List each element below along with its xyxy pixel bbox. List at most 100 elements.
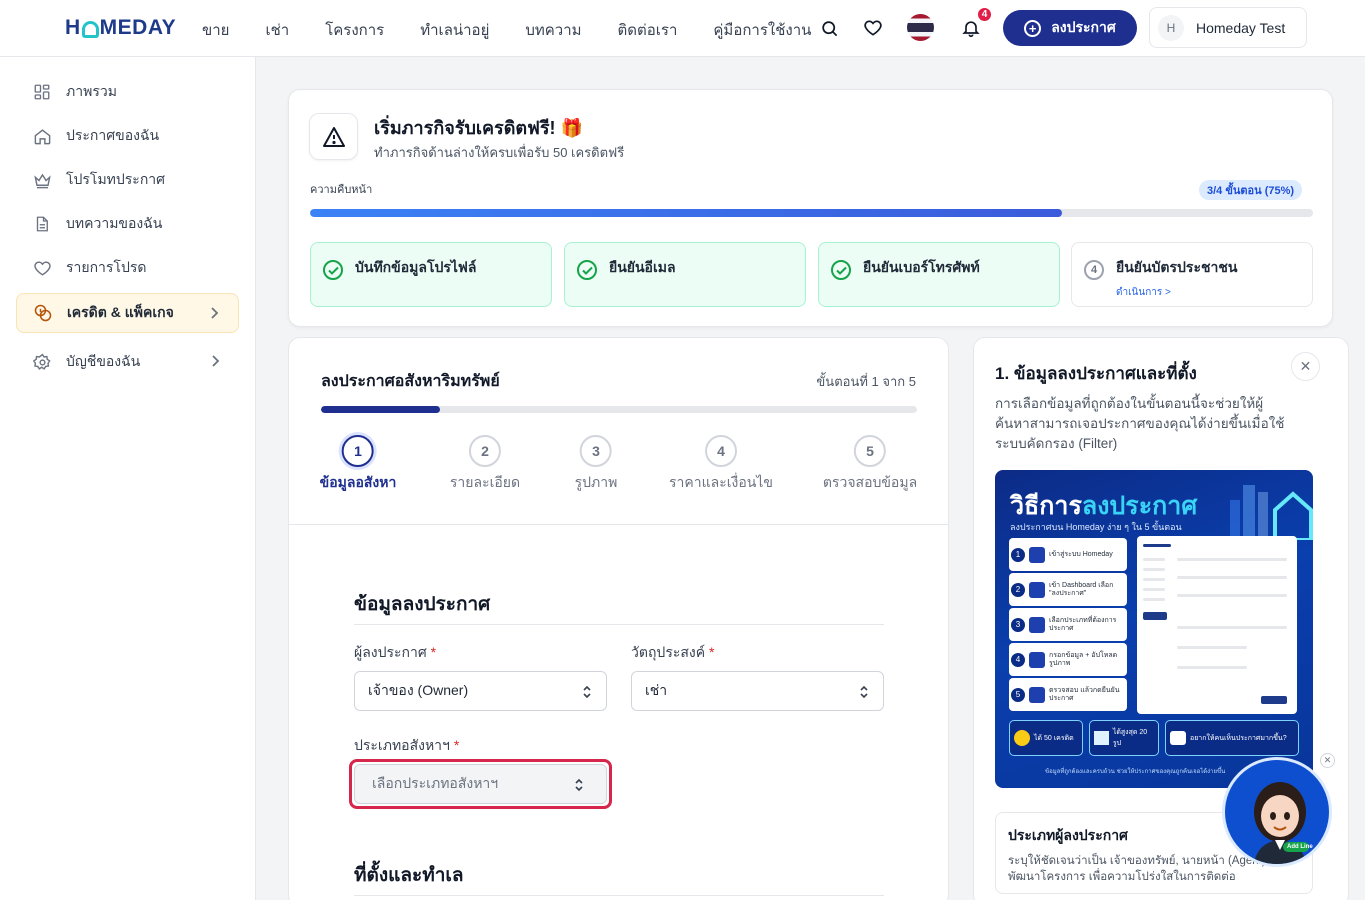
poster-type-select[interactable]: เจ้าของ (Owner) — [354, 671, 607, 711]
task-label: ยืนยันบัตรประชาชน — [1116, 259, 1238, 275]
sidebar-item-overview[interactable]: ภาพรวม — [16, 72, 239, 112]
poster-step: 3 เลือกประเภทที่ต้องการประกาศ — [1009, 608, 1127, 641]
poster-subtitle: ลงประกาศบน Homeday ง่าย ๆ ใน 5 ขั้นตอน — [1010, 522, 1182, 532]
purpose-select[interactable]: เช่า — [631, 671, 884, 711]
check-circle-icon — [577, 260, 597, 280]
logo-text-start: H — [65, 16, 81, 39]
step-5[interactable]: 5 ตรวจสอบข้อมูล — [823, 435, 917, 494]
coins-icon — [33, 303, 53, 323]
plus-circle-icon: + — [1024, 19, 1042, 37]
logo-text-end: MEDAY — [99, 16, 177, 39]
progress-badge: 3/4 ขั้นตอน (75%) — [1199, 180, 1303, 200]
task-label: ยืนยันอีเมล — [609, 259, 676, 275]
step-1[interactable]: 1 ข้อมูลอสังหา — [320, 435, 396, 494]
poster-step: 1 เข้าสู่ระบบ Homeday — [1009, 538, 1127, 571]
sidebar-item-favorites[interactable]: รายการโปรด — [16, 248, 239, 288]
nav-link-articles[interactable]: บทความ — [525, 18, 581, 42]
task-id-card: 4 ยืนยันบัตรประชาชน ดำเนินการ > — [1071, 242, 1313, 307]
step-circle: 3 — [579, 435, 612, 467]
sidebar-item-credits[interactable]: เครดิต & แพ็คเกจ — [16, 293, 239, 333]
crown-icon — [32, 170, 52, 190]
step-2[interactable]: 2 รายละเอียด — [450, 435, 520, 494]
help-card-text: พัฒนาโครงการ เพื่อความโปร่งใสในการติดต่อ — [1008, 871, 1236, 883]
purpose-value: เช่า — [645, 682, 668, 698]
sidebar-item-my-listings[interactable]: ประกาศของฉัน — [16, 116, 239, 156]
sidebar-item-label: รายการโปรด — [66, 259, 147, 275]
step-3[interactable]: 3 รูปภาพ — [574, 435, 618, 494]
step-label: ตรวจสอบข้อมูล — [822, 474, 918, 490]
poster-perk: อยากให้คนเห็นประกาศมากขึ้น? — [1165, 720, 1299, 756]
nav-link-contact[interactable]: ติดต่อเรา — [618, 18, 678, 42]
poster-step: 2 เข้า Dashboard เลือก "ลงประกาศ" — [1009, 573, 1127, 606]
heart-icon[interactable] — [862, 17, 884, 39]
user-menu-button[interactable]: H Homeday Test — [1149, 7, 1307, 48]
task-action-link[interactable]: ดำเนินการ > — [1116, 285, 1237, 300]
form-step-indicator: ขั้นตอนที่ 1 จาก 5 — [816, 374, 916, 389]
how-to-post-infographic: วิธีการลงประกาศ ลงประกาศบน Homeday ง่าย … — [995, 470, 1313, 788]
avatar: H — [1158, 14, 1184, 41]
close-icon[interactable]: ✕ — [1320, 753, 1335, 768]
thai-flag-icon[interactable] — [907, 14, 934, 41]
poster-step: 5 ตรวจสอบ แล้วกดยืนยันประกาศ — [1009, 678, 1127, 711]
step-4[interactable]: 4 ราคาและเงื่อนไข — [669, 435, 773, 494]
main-nav: ขาย เช่า โครงการ ทำเลน่าอยู่ บทความ ติดต… — [202, 18, 811, 42]
task-phone: ยืนยันเบอร์โทรศัพท์ — [818, 242, 1060, 307]
step-label: ราคาและเงื่อนไข — [669, 474, 773, 490]
sidebar-item-label: โปรโมทประกาศ — [66, 171, 166, 187]
mission-title: เริ่มภารกิจรับเครดิตฟรี! 🎁 — [374, 118, 583, 138]
poster-step: 4 กรอกข้อมูล + อัปโหลดรูปภาพ — [1009, 643, 1127, 676]
sidebar-item-promote[interactable]: โปรโมทประกาศ — [16, 160, 239, 200]
chevron-right-icon — [209, 354, 221, 371]
homeday-logo[interactable]: H MEDAY — [65, 16, 176, 40]
poster-footer: ข้อมูลที่ถูกต้องและครบถ้วน ช่วยให้ประกาศ… — [1045, 769, 1226, 775]
progress-label: ความคืบหน้า — [310, 184, 373, 196]
poster-perk: ได้ 50 เครดิต — [1009, 720, 1083, 756]
nav-link-locations[interactable]: ทำเลน่าอยู่ — [420, 18, 489, 42]
divider — [354, 895, 884, 896]
heart-icon — [32, 258, 52, 278]
form-progress-bar — [321, 406, 917, 413]
sidebar-item-label: บทความของฉัน — [66, 215, 163, 231]
step-label: รูปภาพ — [574, 474, 618, 490]
user-name: Homeday Test — [1196, 19, 1286, 36]
step-circle: 5 — [854, 435, 886, 467]
sidebar-item-account[interactable]: บัญชีของฉัน — [16, 342, 239, 382]
close-icon[interactable]: ✕ — [1291, 352, 1320, 381]
search-icon[interactable] — [818, 17, 840, 39]
gear-icon — [32, 352, 52, 372]
step-number: 4 — [1084, 260, 1104, 280]
nav-link-projects[interactable]: โครงการ — [325, 18, 384, 42]
home-icon — [32, 126, 52, 146]
sidebar-item-my-articles[interactable]: บทความของฉัน — [16, 204, 239, 244]
sidebar-item-label: ประกาศของฉัน — [66, 127, 160, 143]
updown-chevron-icon — [859, 685, 869, 702]
divider — [354, 624, 884, 625]
form-progress-fill — [321, 406, 441, 413]
post-listing-button[interactable]: + ลงประกาศ — [1003, 10, 1137, 46]
property-type-label: ประเภทอสังหาฯ * — [354, 737, 460, 753]
post-listing-label: ลงประกาศ — [1051, 19, 1116, 35]
mission-card: เริ่มภารกิจรับเครดิตฟรี! 🎁 ทำภารกิจด้านล… — [288, 89, 1333, 327]
nav-link-rent[interactable]: เช่า — [265, 18, 289, 42]
chevron-right-icon — [208, 306, 220, 323]
task-label: ยืนยันเบอร์โทรศัพท์ — [863, 259, 980, 275]
logo-house-mark — [81, 20, 99, 38]
property-type-select[interactable]: เลือกประเภทอสังหาฯ — [354, 764, 607, 804]
step-circle: 4 — [704, 435, 737, 467]
sidebar-item-label: เครดิต & แพ็คเกจ — [67, 304, 174, 320]
poster-perks: ได้ 50 เครดิต ได้สูงสุด 20 รูป อยากให้คน… — [1009, 720, 1299, 760]
task-label: บันทึกข้อมูลโปรไฟล์ — [355, 259, 477, 275]
notification-badge: 4 — [976, 6, 993, 23]
poster-type-value: เจ้าของ (Owner) — [368, 682, 469, 698]
form-stepper: 1 ข้อมูลอสังหา 2 รายละเอียด 3 รูปภาพ 4 ร… — [289, 435, 948, 495]
document-icon — [32, 214, 52, 234]
nav-link-guide[interactable]: คู่มือการใช้งาน — [713, 18, 811, 42]
task-profile: บันทึกข้อมูลโปรไฟล์ — [310, 242, 552, 307]
property-type-placeholder: เลือกประเภทอสังหาฯ — [372, 775, 499, 791]
help-title: 1. ข้อมูลลงประกาศและที่ตั้ง — [995, 364, 1197, 383]
nav-link-sell[interactable]: ขาย — [202, 18, 229, 42]
chat-mascot-button[interactable]: Add Line — [1222, 757, 1332, 867]
updown-chevron-icon — [582, 685, 592, 702]
check-circle-icon — [323, 260, 343, 280]
check-circle-icon — [831, 260, 851, 280]
